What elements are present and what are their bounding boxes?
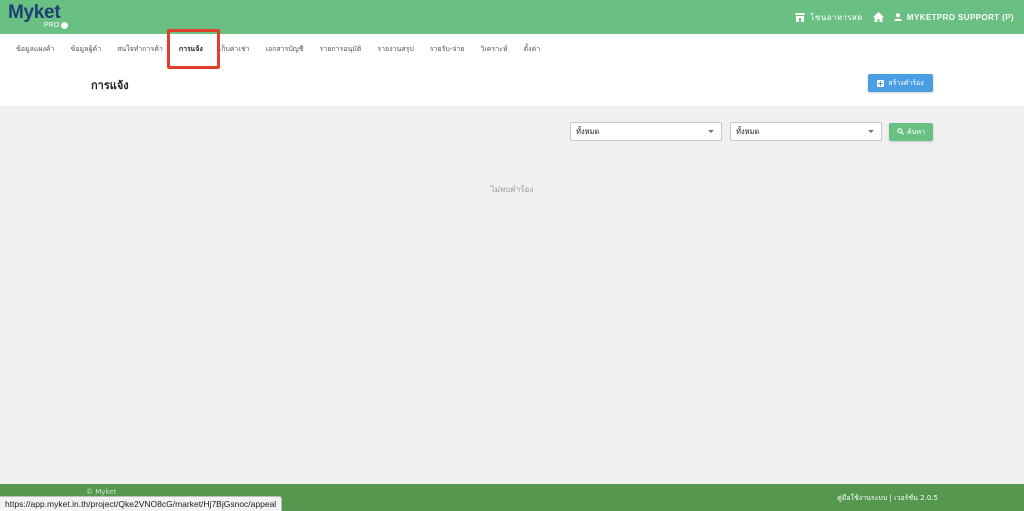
- search-button[interactable]: ค้นหา: [889, 123, 933, 141]
- user-icon: [893, 13, 902, 21]
- search-icon: [897, 127, 904, 137]
- nav-item-stalls[interactable]: ข้อมูลแผงค้า: [8, 34, 63, 65]
- filter-select-1-value: ทั้งหมด: [576, 126, 600, 136]
- nav-item-approvals[interactable]: รายการอนุมัติ: [312, 34, 370, 65]
- user-name: MYKETPRO SUPPORT (P): [906, 12, 1014, 22]
- market-link-label: โชนอาหารสด: [810, 12, 863, 22]
- main-nav: ข้อมูลแผงค้า ข้อมูลผู้ค้า สนใจทำการค้า ก…: [8, 34, 548, 65]
- nav-item-interested[interactable]: สนใจทำการค้า: [109, 34, 171, 65]
- logo-dot-icon: [61, 22, 69, 29]
- nav-item-income-expense[interactable]: รายรับ-จ่าย: [422, 34, 473, 65]
- footer-copyright: © Myket: [86, 488, 117, 496]
- top-bar: Myket PRO โชนอาหารสด MYKETPRO SUPPORT (P…: [0, 0, 1024, 34]
- highlight-annotation: [167, 29, 220, 69]
- header-section: ข้อมูลแผงค้า ข้อมูลผู้ค้า สนใจทำการค้า ก…: [0, 34, 1024, 106]
- status-bar-url: https://app.myket.in.th/project/Qke2VNO8…: [0, 496, 283, 511]
- nav-item-merchants[interactable]: ข้อมูลผู้ค้า: [63, 34, 110, 65]
- nav-item-reports[interactable]: รายงานสรุป: [369, 34, 421, 65]
- page-title: การแจ้ง: [91, 79, 129, 92]
- home-icon: [872, 12, 884, 22]
- user-menu[interactable]: MYKETPRO SUPPORT (P): [893, 12, 1014, 22]
- create-request-button[interactable]: สร้างคำร้อง: [868, 74, 933, 92]
- caret-down-icon: [868, 130, 874, 133]
- filter-select-2[interactable]: ทั้งหมด: [730, 122, 882, 141]
- logo-sub: PRO: [44, 22, 69, 29]
- create-request-label: สร้างคำร้อง: [888, 78, 924, 87]
- app-logo[interactable]: Myket PRO: [8, 2, 69, 29]
- nav-item-analytics[interactable]: วิเคราะห์: [472, 34, 515, 65]
- add-icon: [877, 79, 885, 87]
- logo-text: Myket: [8, 2, 61, 23]
- logo-sub-text: PRO: [44, 22, 60, 29]
- nav-item-accounting[interactable]: เอกสารบัญชี: [258, 34, 312, 65]
- search-button-label: ค้นหา: [906, 127, 925, 136]
- market-link[interactable]: โชนอาหารสด: [795, 11, 863, 24]
- home-button[interactable]: [872, 12, 884, 22]
- store-icon: [795, 12, 805, 22]
- footer-manual-version[interactable]: คู่มือใช้งานระบบ | เวอร์ชั่น 2.0.5: [837, 493, 938, 504]
- filter-select-1[interactable]: ทั้งหมด: [570, 122, 722, 141]
- empty-state-message: ไม่พบคำร้อง: [490, 185, 534, 194]
- filter-select-2-value: ทั้งหมด: [736, 126, 760, 136]
- caret-down-icon: [708, 130, 714, 133]
- nav-item-settings[interactable]: ตั้งค่า: [516, 34, 549, 65]
